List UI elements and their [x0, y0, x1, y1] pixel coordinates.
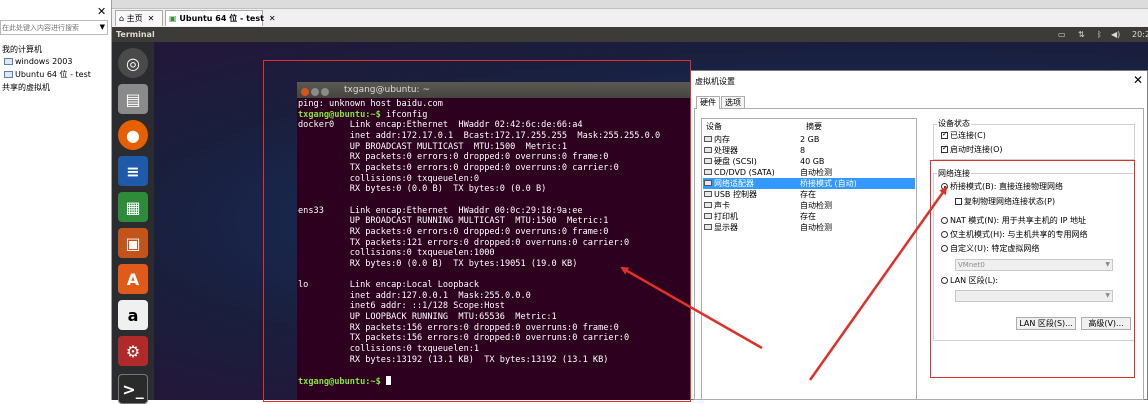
annotation-arrows: [620, 186, 948, 381]
annotation-arrow-network: [808, 186, 948, 381]
annotation-arrow-terminal: [620, 266, 763, 350]
tab-hardware[interactable]: 硬件: [696, 96, 720, 109]
